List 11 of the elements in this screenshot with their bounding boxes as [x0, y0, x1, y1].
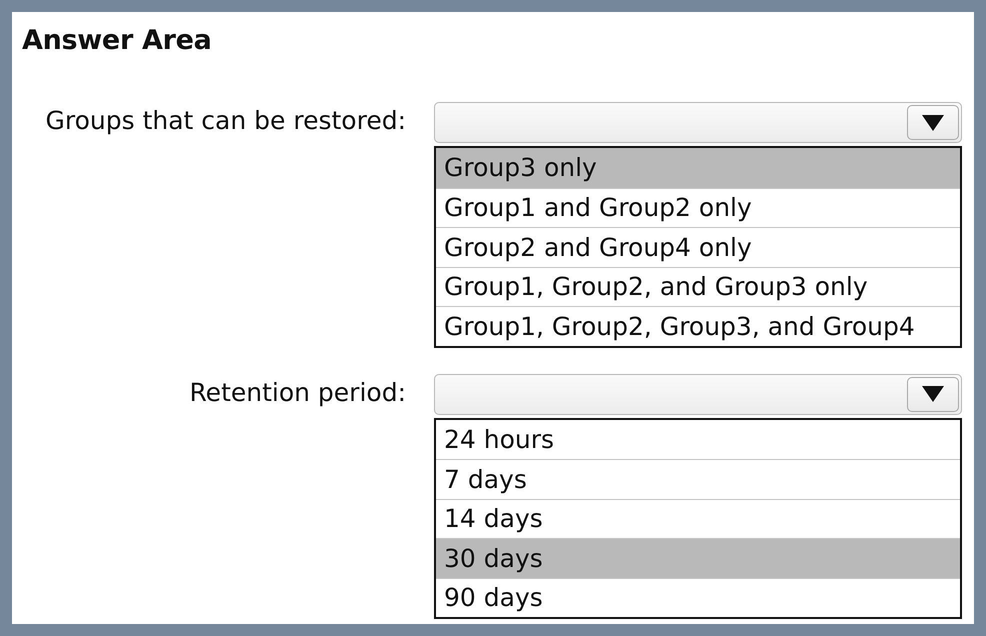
dropdown-field[interactable]: [434, 374, 962, 414]
dropdown-field[interactable]: [434, 102, 962, 143]
question-label: Groups that can be restored:: [46, 105, 406, 137]
dropdown-option[interactable]: 30 days: [436, 538, 960, 578]
caret-icon: [922, 114, 944, 130]
answer-area-title: Answer Area: [22, 25, 212, 57]
question-label: Retention period:: [189, 376, 406, 408]
caret-icon: [922, 386, 944, 402]
dropdown-button[interactable]: [907, 376, 959, 412]
dropdown-button[interactable]: [907, 105, 959, 140]
dropdown-option[interactable]: Group3 only: [436, 148, 960, 188]
